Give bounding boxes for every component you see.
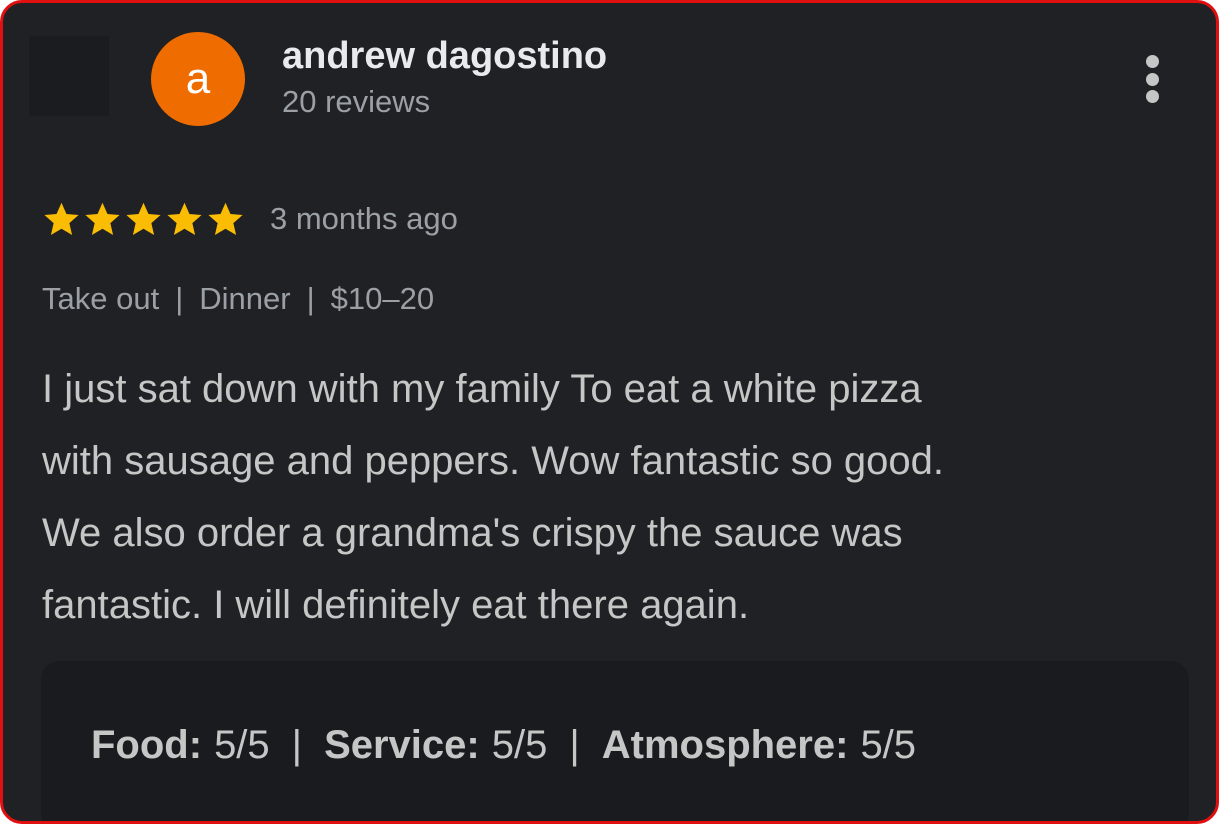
star-icon (167, 202, 202, 236)
separator: | (569, 723, 580, 767)
star-icon (85, 202, 120, 236)
visit-details: Take out | Dinner | $10–20 (42, 281, 434, 317)
more-options-button[interactable] (1131, 49, 1173, 109)
separator: | (306, 281, 315, 316)
service-label: Service: (324, 723, 480, 767)
more-vert-icon-dot (1145, 90, 1159, 103)
star-icon (126, 202, 161, 236)
review-line: We also order a grandma's crispy the sau… (42, 511, 903, 555)
review-time: 3 months ago (270, 201, 458, 236)
separator: | (291, 723, 303, 767)
star-icon (208, 202, 243, 236)
service-value: 5/5 (491, 723, 548, 767)
service-type: Take out (42, 281, 160, 316)
thumbnail-placeholder (29, 36, 109, 116)
atmosphere-value: 5/5 (860, 723, 917, 767)
price-range: $10–20 (330, 281, 435, 316)
food-label: Food: (91, 723, 203, 767)
review-line: fantastic. I will definitely eat there a… (42, 583, 750, 627)
separator: | (175, 281, 184, 316)
food-value: 5/5 (214, 723, 270, 767)
review-card: a andrew dagostino 20 reviews 3 months a… (0, 0, 1219, 824)
meal-type: Dinner (199, 281, 291, 316)
atmosphere-label: Atmosphere: (601, 723, 849, 767)
star-rating (41, 199, 246, 241)
review-line: I just sat down with my family To eat a … (42, 367, 922, 411)
review-line: with sausage and peppers. Wow fantastic … (42, 439, 945, 483)
review-text: I just sat down with my family To eat a … (42, 353, 1182, 641)
subratings-panel: Food: 5/5 | Service: 5/5 | Atmosphere: 5… (41, 661, 1189, 821)
review-count[interactable]: 20 reviews (282, 84, 430, 120)
avatar[interactable]: a (151, 32, 245, 126)
reviewer-name[interactable]: andrew dagostino (282, 35, 607, 78)
subratings-row: Food: 5/5 | Service: 5/5 | Atmosphere: 5… (91, 723, 916, 768)
more-vert-icon-dot (1145, 72, 1159, 86)
star-icon (44, 202, 79, 236)
more-vert-icon (1145, 55, 1159, 68)
